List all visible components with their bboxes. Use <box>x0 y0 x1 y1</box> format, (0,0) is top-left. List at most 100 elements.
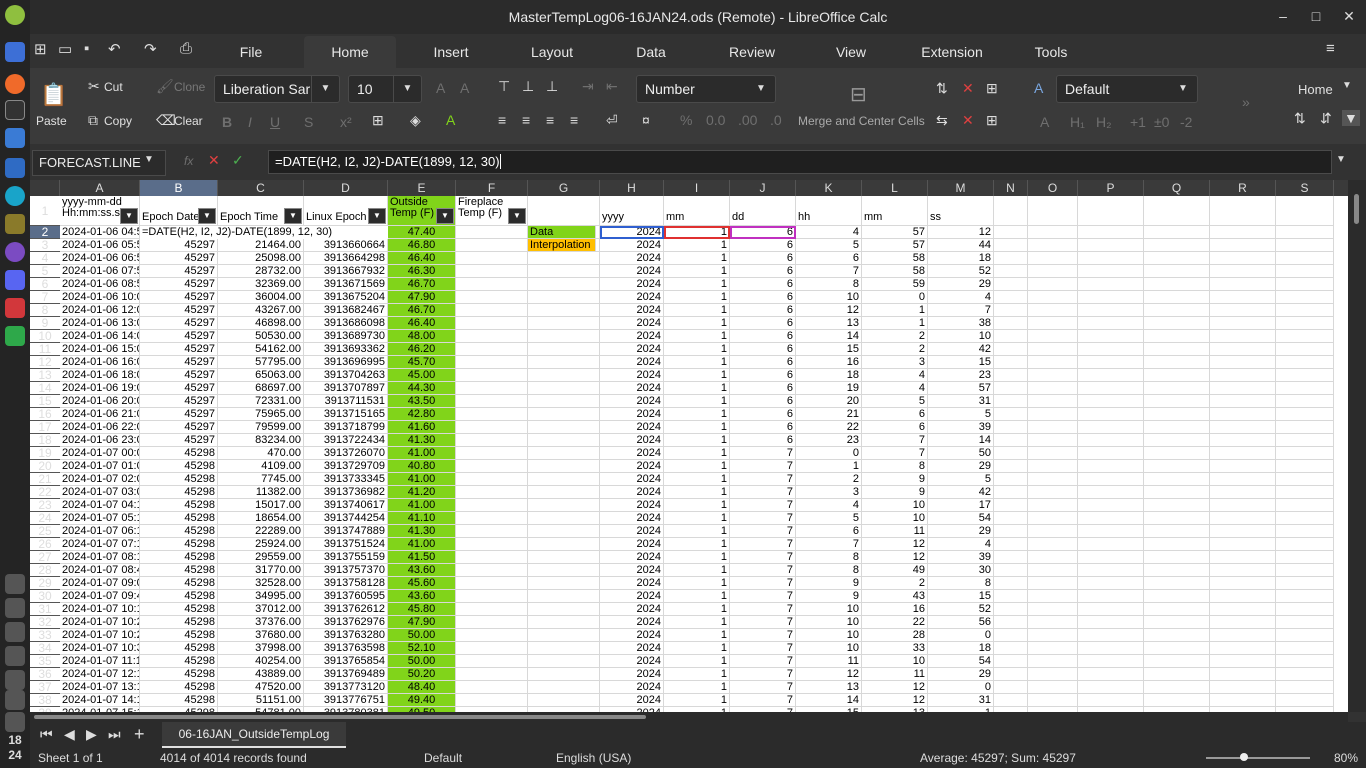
cell-empty[interactable] <box>1144 434 1210 447</box>
cell-empty[interactable] <box>528 447 600 460</box>
ribbon-home-selector[interactable]: Home <box>1298 82 1333 97</box>
cell[interactable]: 2024-01-07 11:10:54 <box>60 655 140 668</box>
cell[interactable]: 10 <box>796 642 862 655</box>
cell[interactable]: 32528.00 <box>218 577 304 590</box>
cell-empty[interactable] <box>1144 681 1210 694</box>
cell[interactable]: 83234.00 <box>218 434 304 447</box>
cell[interactable]: 1 <box>664 369 730 382</box>
cell-empty[interactable] <box>1144 551 1210 564</box>
cell-empty[interactable] <box>1276 590 1334 603</box>
name-box-chevron-icon[interactable]: ▼ <box>144 154 154 165</box>
cell-empty[interactable] <box>1276 330 1334 343</box>
label-interpolation[interactable]: Interpolation <box>528 239 596 252</box>
cell[interactable]: 1 <box>664 395 730 408</box>
clock[interactable]: 18 24 <box>0 733 30 763</box>
cell[interactable]: 15 <box>928 356 994 369</box>
cell[interactable]: 54 <box>928 655 994 668</box>
cell[interactable]: 45297 <box>140 278 218 291</box>
align-center-icon[interactable]: ≡ <box>522 112 530 128</box>
cell[interactable]: 10 <box>928 330 994 343</box>
cell[interactable]: 1 <box>664 434 730 447</box>
cell-empty[interactable] <box>994 226 1028 239</box>
cell[interactable]: 5 <box>928 473 994 486</box>
cell[interactable]: 29 <box>928 278 994 291</box>
cell-empty[interactable] <box>528 317 600 330</box>
cell-empty[interactable] <box>994 551 1028 564</box>
cell-empty[interactable] <box>1276 278 1334 291</box>
cell[interactable]: 11 <box>862 525 928 538</box>
cell-empty[interactable] <box>1144 356 1210 369</box>
bluetooth-icon[interactable] <box>5 598 25 618</box>
currency-icon[interactable]: ¤ <box>642 112 650 128</box>
cell[interactable]: 47.40 <box>388 226 456 239</box>
cell-empty[interactable] <box>1276 317 1334 330</box>
cell-empty[interactable] <box>1210 226 1276 239</box>
percent-icon[interactable]: % <box>680 112 692 128</box>
cell-empty[interactable] <box>528 382 600 395</box>
cell[interactable]: 1 <box>664 681 730 694</box>
cell-empty[interactable] <box>1078 642 1144 655</box>
accept-icon[interactable]: ✓ <box>232 152 244 169</box>
cell-empty[interactable] <box>1078 525 1144 538</box>
cell[interactable]: 4 <box>928 291 994 304</box>
cell[interactable]: 6 <box>730 343 796 356</box>
cell-empty[interactable] <box>1276 265 1334 278</box>
cell-empty[interactable] <box>1276 629 1334 642</box>
cell-empty[interactable] <box>1276 369 1334 382</box>
cell-empty[interactable] <box>528 473 600 486</box>
cell[interactable]: 2024-01-06 05:57:44 <box>60 239 140 252</box>
heading2-icon[interactable]: H₂ <box>1096 114 1112 130</box>
cell-empty[interactable] <box>994 395 1028 408</box>
cell[interactable]: 42 <box>928 486 994 499</box>
cell[interactable]: 45298 <box>140 460 218 473</box>
cell[interactable]: 2024-01-06 04:57:12 <box>60 226 140 239</box>
cell[interactable]: 51151.00 <box>218 694 304 707</box>
cell-empty[interactable] <box>1028 629 1078 642</box>
save-icon[interactable]: ▪ <box>84 40 89 57</box>
cell-empty[interactable] <box>1144 226 1210 239</box>
italic-icon[interactable]: I <box>248 114 252 130</box>
cell[interactable]: 2024 <box>600 304 664 317</box>
cell[interactable]: 3913726070 <box>304 447 388 460</box>
vscroll-thumb[interactable] <box>1354 194 1359 224</box>
cell[interactable]: 31770.00 <box>218 564 304 577</box>
cell[interactable]: 45298 <box>140 629 218 642</box>
minus2-icon[interactable]: -2 <box>1180 114 1192 130</box>
cell[interactable]: 2024-01-06 14:02:10 <box>60 330 140 343</box>
delete-decimal-icon[interactable]: .0 <box>770 112 782 128</box>
cell[interactable]: 54 <box>928 512 994 525</box>
cell-empty[interactable] <box>1210 629 1276 642</box>
cell[interactable]: 2024 <box>600 499 664 512</box>
cell[interactable]: 45297 <box>140 395 218 408</box>
cell[interactable]: 2024 <box>600 356 664 369</box>
cell-empty[interactable] <box>994 317 1028 330</box>
cell-empty[interactable] <box>1144 538 1210 551</box>
cell[interactable]: 6 <box>862 421 928 434</box>
cell-empty[interactable] <box>528 408 600 421</box>
cell[interactable]: 37680.00 <box>218 629 304 642</box>
close-icon[interactable]: ✕ <box>1340 8 1358 25</box>
cell[interactable]: 3913776751 <box>304 694 388 707</box>
cell[interactable]: 0 <box>796 447 862 460</box>
cell[interactable]: 2024 <box>600 681 664 694</box>
cell[interactable]: 12 <box>862 694 928 707</box>
cell[interactable]: 3913747889 <box>304 525 388 538</box>
cell-empty[interactable] <box>1144 239 1210 252</box>
tab-extension[interactable]: Extension <box>914 36 990 68</box>
cell[interactable]: 3913765854 <box>304 655 388 668</box>
cell[interactable]: 8 <box>928 577 994 590</box>
mail-icon[interactable] <box>5 158 25 178</box>
cell-empty[interactable] <box>1078 356 1144 369</box>
cell-empty[interactable] <box>456 629 528 642</box>
cell[interactable]: 7 <box>730 668 796 681</box>
row-header-1[interactable]: 1 <box>30 196 60 226</box>
clipboard-icon[interactable] <box>5 646 25 666</box>
cell[interactable]: 3913740617 <box>304 499 388 512</box>
cell-empty[interactable] <box>1028 655 1078 668</box>
cell-empty[interactable] <box>1210 421 1276 434</box>
cell[interactable]: 2024-01-07 12:11:29 <box>60 668 140 681</box>
cell-empty[interactable] <box>1078 317 1144 330</box>
cell-empty[interactable] <box>1144 499 1210 512</box>
next-sheet-icon[interactable]: ▶ <box>86 726 97 743</box>
cell-empty[interactable] <box>994 291 1028 304</box>
